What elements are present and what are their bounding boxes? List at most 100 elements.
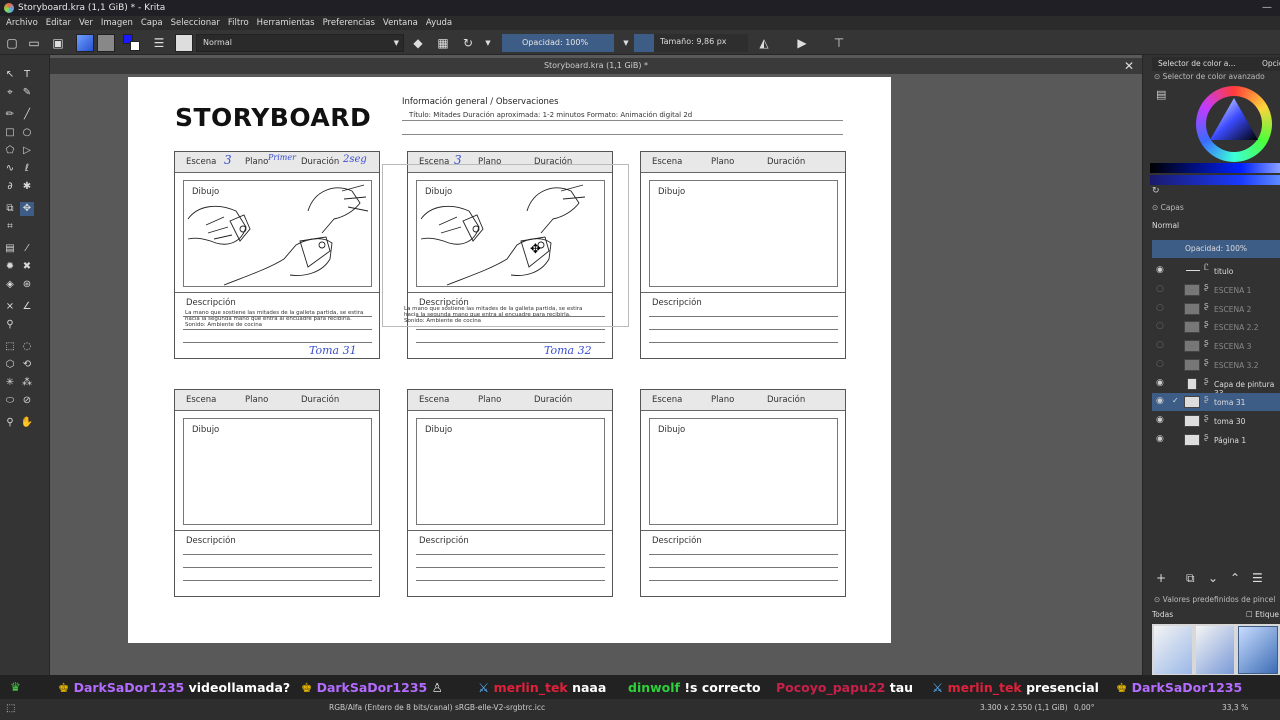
eraser-icon[interactable]: ◆ bbox=[410, 35, 426, 51]
tab-color-selector[interactable]: Selector de color a... bbox=[1158, 57, 1236, 71]
layer-row-selected[interactable]: ◉ ✓ ʂ toma 31 bbox=[1152, 393, 1280, 411]
reload-preset-icon[interactable]: ↻ bbox=[460, 35, 476, 51]
eye-icon[interactable]: ◉ bbox=[1156, 434, 1164, 444]
similar-selection-icon[interactable]: ⁂ bbox=[20, 376, 34, 390]
rectangular-selection-icon[interactable]: ⬚ bbox=[3, 340, 17, 354]
menu-ayuda[interactable]: Ayuda bbox=[426, 18, 452, 28]
eye-closed-icon[interactable]: ○ bbox=[1156, 359, 1164, 369]
drawing-box[interactable]: Dibujo bbox=[649, 418, 838, 525]
menu-ver[interactable]: Ver bbox=[79, 18, 93, 28]
brush-tag-select[interactable]: ☐ Etique bbox=[1246, 610, 1279, 619]
menu-herramientas[interactable]: Herramientas bbox=[257, 18, 315, 28]
eye-icon[interactable]: ◉ bbox=[1156, 396, 1164, 406]
freehand-brush-icon[interactable]: ✏ bbox=[3, 108, 17, 122]
wrap-around-icon[interactable]: ⊤ bbox=[831, 35, 847, 51]
layer-row[interactable]: ◉ ʂ toma 30 bbox=[1152, 412, 1280, 430]
brush-preset[interactable] bbox=[1196, 626, 1234, 674]
text-tool-icon[interactable]: T bbox=[20, 68, 34, 82]
enclose-fill-icon[interactable]: ⊛ bbox=[20, 278, 34, 292]
selection-icon[interactable]: ⬚ bbox=[6, 703, 15, 714]
check-icon[interactable]: ✓ bbox=[1172, 396, 1179, 405]
eye-icon[interactable]: ◉ bbox=[1156, 378, 1164, 388]
layer-row[interactable]: ◉ ʂ Capa de pintura 33 bbox=[1152, 375, 1280, 398]
brush-filter-select[interactable]: Todas bbox=[1152, 610, 1173, 619]
menu-capa[interactable]: Capa bbox=[141, 18, 163, 28]
rotation-value[interactable]: 0,00° bbox=[1074, 703, 1094, 712]
color-wheel[interactable] bbox=[1196, 86, 1272, 162]
measure-tool-icon[interactable]: ∠ bbox=[20, 300, 34, 314]
contiguous-selection-icon[interactable]: ✳ bbox=[3, 376, 17, 390]
size-slider-fill[interactable] bbox=[634, 34, 654, 52]
menu-archivo[interactable]: Archivo bbox=[6, 18, 38, 28]
add-layer-icon[interactable]: + bbox=[1156, 571, 1166, 585]
open-folder-icon[interactable]: ▭ bbox=[26, 35, 42, 51]
brush-preset-icon[interactable] bbox=[175, 34, 193, 52]
polygon-tool-icon[interactable]: ⬠ bbox=[3, 144, 17, 158]
zoom-tool-icon[interactable]: ⚲ bbox=[3, 416, 17, 430]
menu-seleccionar[interactable]: Seleccionar bbox=[171, 18, 220, 28]
fill-tool-icon[interactable]: ◈ bbox=[3, 278, 17, 292]
layer-properties-icon[interactable]: ☰ bbox=[1252, 571, 1263, 585]
size-slider[interactable]: Tamaño: 9,86 px bbox=[654, 34, 748, 52]
reference-image-icon[interactable]: ⚲ bbox=[3, 318, 17, 332]
move-up-icon[interactable]: ⌃ bbox=[1230, 571, 1240, 585]
smart-patch-icon[interactable]: ✖ bbox=[20, 260, 34, 274]
layers-blend-mode[interactable]: Normal bbox=[1152, 221, 1179, 230]
tab-options[interactable]: Opcione bbox=[1262, 57, 1280, 71]
freehand-selection-icon[interactable]: ⟲ bbox=[20, 358, 34, 372]
brush-preset-selected[interactable] bbox=[1238, 626, 1278, 674]
ellipse-tool-icon[interactable]: ○ bbox=[20, 126, 34, 140]
minimize-icon[interactable]: — bbox=[1262, 2, 1272, 13]
chevron-down-icon[interactable]: ▼ bbox=[480, 35, 496, 51]
background-color-swatch[interactable] bbox=[130, 41, 140, 51]
eye-icon[interactable]: ◉ bbox=[1156, 265, 1164, 275]
zoom-level[interactable]: 33,3 % bbox=[1222, 703, 1248, 712]
value-slider[interactable] bbox=[1150, 163, 1280, 173]
elliptical-selection-icon[interactable]: ◌ bbox=[20, 340, 34, 354]
colorize-mask-icon[interactable]: ✹ bbox=[3, 260, 17, 274]
edit-shapes-icon[interactable]: ⌖ bbox=[3, 86, 17, 100]
line-tool-icon[interactable]: ╱ bbox=[20, 108, 34, 122]
polygonal-selection-icon[interactable]: ⬡ bbox=[3, 358, 17, 372]
save-icon[interactable]: ▣ bbox=[50, 35, 66, 51]
menu-filtro[interactable]: Filtro bbox=[228, 18, 249, 28]
close-icon[interactable]: ✕ bbox=[1124, 58, 1134, 74]
document-tab[interactable]: Storyboard.kra (1,1 GiB) * ✕ bbox=[50, 58, 1142, 74]
layer-row[interactable]: ◉ ʂ Página 1 bbox=[1152, 431, 1280, 449]
eye-closed-icon[interactable]: ○ bbox=[1156, 284, 1164, 294]
magnetic-selection-icon[interactable]: ⊘ bbox=[20, 394, 34, 408]
calligraphy-icon[interactable]: ✎ bbox=[20, 86, 34, 100]
new-document-icon[interactable]: ▢ bbox=[4, 35, 20, 51]
duplicate-layer-icon[interactable]: ⧉ bbox=[1186, 571, 1195, 586]
opacity-slider[interactable]: Opacidad: 100% bbox=[502, 34, 614, 52]
drawing-box[interactable]: Dibujo bbox=[183, 418, 372, 525]
polyline-tool-icon[interactable]: ▷ bbox=[20, 144, 34, 158]
bezier-tool-icon[interactable]: ∿ bbox=[3, 162, 17, 176]
menu-ventana[interactable]: Ventana bbox=[383, 18, 418, 28]
move-down-icon[interactable]: ⌄ bbox=[1208, 571, 1218, 585]
menu-editar[interactable]: Editar bbox=[46, 18, 71, 28]
drawing-box[interactable]: Dibujo bbox=[183, 180, 372, 287]
layer-row[interactable]: ○ ʂ ESCENA 3.2 bbox=[1152, 356, 1280, 374]
alpha-lock-icon[interactable]: ▦ bbox=[435, 35, 451, 51]
bezier-selection-icon[interactable]: ⬭ bbox=[3, 394, 17, 408]
storyboard-page[interactable]: STORYBOARD Información general / Observa… bbox=[128, 77, 891, 643]
eye-closed-icon[interactable]: ○ bbox=[1156, 340, 1164, 350]
chevron-down-icon[interactable]: ▼ bbox=[618, 35, 634, 51]
menu-preferencias[interactable]: Preferencias bbox=[323, 18, 375, 28]
crop-tool-icon[interactable]: ⌗ bbox=[3, 220, 17, 234]
gradient-tool-icon[interactable]: ▤ bbox=[3, 242, 17, 256]
brush-settings-icon[interactable]: ☰ bbox=[151, 35, 167, 51]
layer-row[interactable]: ○ ʂ ESCENA 3 bbox=[1152, 337, 1280, 355]
select-shapes-icon[interactable]: ↖ bbox=[3, 68, 17, 82]
layer-row[interactable]: ○ ʂ ESCENA 2 bbox=[1152, 300, 1280, 318]
pattern-swatch[interactable] bbox=[97, 34, 115, 52]
eye-icon[interactable]: ◉ bbox=[1156, 415, 1164, 425]
rectangle-tool-icon[interactable]: □ bbox=[3, 126, 17, 140]
brush-preset[interactable] bbox=[1154, 626, 1192, 674]
eye-closed-icon[interactable]: ○ bbox=[1156, 321, 1164, 331]
layer-row[interactable]: ○ ʂ ESCENA 1 bbox=[1152, 281, 1280, 299]
transform-tool-icon[interactable]: ⧉ bbox=[3, 202, 17, 216]
move-tool-icon[interactable]: ✥ bbox=[20, 202, 34, 216]
drawing-box[interactable]: Dibujo bbox=[416, 418, 605, 525]
